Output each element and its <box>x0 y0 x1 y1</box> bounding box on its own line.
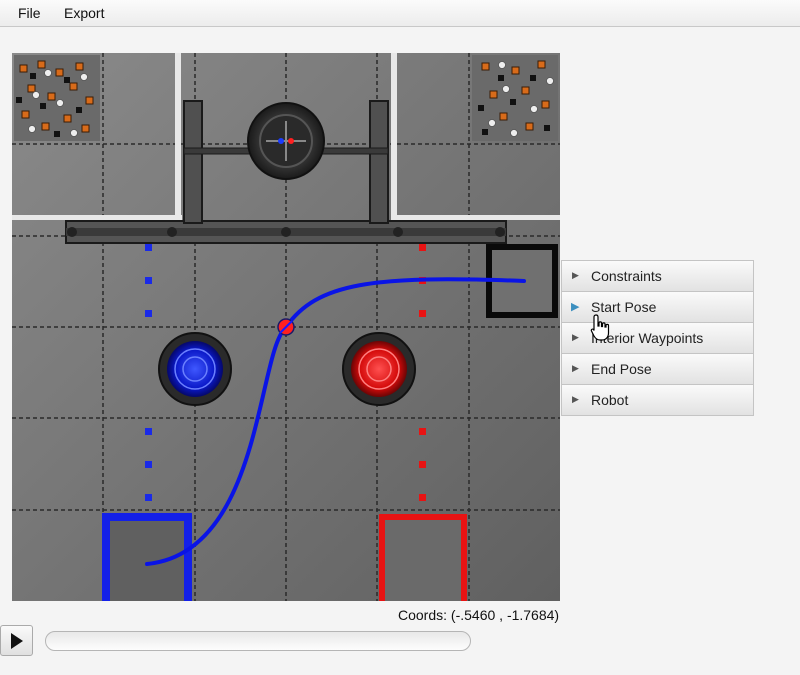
field-canvas[interactable] <box>12 53 560 601</box>
blue-alliance-zone <box>102 513 192 601</box>
chevron-right-icon: ▶ <box>572 270 579 280</box>
depot-right <box>472 55 558 141</box>
playback-slider[interactable] <box>45 631 471 651</box>
accordion-label: End Pose <box>591 361 652 377</box>
accordion-end-pose[interactable]: ▶ End Pose <box>561 353 754 385</box>
chevron-right-icon: ▶ <box>572 332 579 342</box>
chevron-right-icon: ▶ <box>572 394 579 404</box>
accordion-label: Robot <box>591 392 629 408</box>
accordion-label: Start Pose <box>591 299 657 315</box>
accordion-constraints[interactable]: ▶ Constraints <box>561 260 754 292</box>
play-button[interactable] <box>0 625 33 656</box>
chevron-right-icon: ▶ <box>571 301 580 313</box>
red-alliance-zone <box>379 514 467 601</box>
accordion-robot[interactable]: ▶ Robot <box>561 384 754 416</box>
play-icon <box>11 633 23 649</box>
chevron-right-icon: ▶ <box>572 363 579 373</box>
menu-bar: File Export <box>0 0 800 27</box>
accordion-label: Constraints <box>591 268 662 284</box>
menu-file[interactable]: File <box>18 5 41 21</box>
interior-waypoint[interactable] <box>277 318 295 336</box>
red-hub <box>342 332 416 406</box>
menu-export[interactable]: Export <box>64 5 104 21</box>
coords-readout: Coords: (-.5460 , -1.7684) <box>398 607 560 623</box>
center-goal <box>247 102 325 180</box>
depot-left <box>14 55 100 141</box>
field-view[interactable] <box>12 53 560 601</box>
blue-hub <box>158 332 232 406</box>
hand-cursor-icon <box>590 314 610 341</box>
